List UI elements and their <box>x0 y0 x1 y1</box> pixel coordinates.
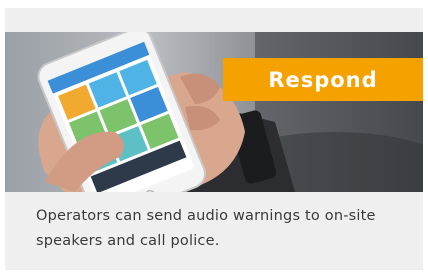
feature-card: Respond Operators can send audio warning… <box>5 8 423 270</box>
respond-badge: Respond <box>223 58 423 101</box>
badge-label: Respond <box>268 67 378 92</box>
phone-in-hands-illustration <box>37 32 423 192</box>
card-description: Operators can send audio warnings to on-… <box>36 208 376 249</box>
hero-image: Respond <box>5 32 423 192</box>
